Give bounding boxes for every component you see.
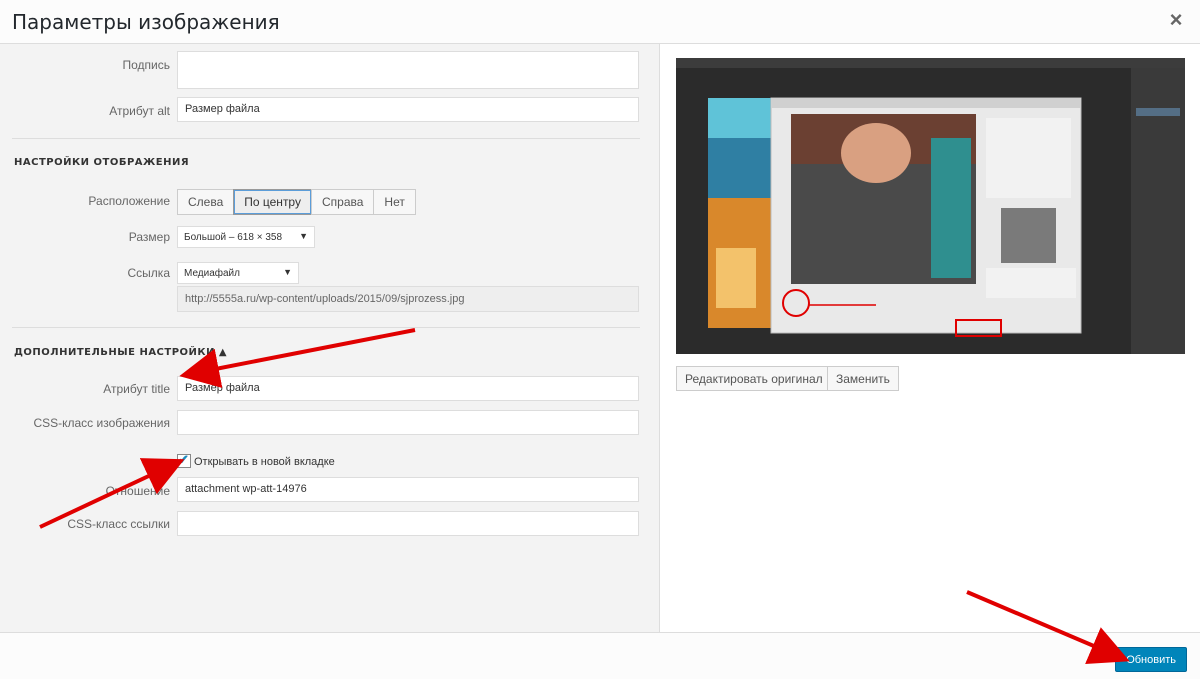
new-tab-label: Открывать в новой вкладке xyxy=(194,456,335,468)
link-select[interactable]: Медиафайл ▼ xyxy=(177,262,299,284)
title-attr-field[interactable]: Размер файла xyxy=(177,376,639,401)
alt-label: Атрибут alt xyxy=(109,104,170,118)
css-link-field[interactable] xyxy=(177,511,639,536)
new-tab-checkbox[interactable]: ✔ xyxy=(177,452,191,468)
preview-panel: Редактировать оригинал Заменить xyxy=(661,44,1200,632)
css-image-field[interactable] xyxy=(177,410,639,435)
align-center-button[interactable]: По центру xyxy=(233,189,312,215)
caption-label: Подпись xyxy=(122,58,171,72)
chevron-down-icon: ▼ xyxy=(283,267,292,277)
checkmark-icon: ✔ xyxy=(178,452,189,467)
link-url-field[interactable]: http://5555a.ru/wp-content/uploads/2015/… xyxy=(177,286,639,312)
title-attr-label: Атрибут title xyxy=(103,382,170,396)
divider xyxy=(12,327,640,328)
align-right-button[interactable]: Справа xyxy=(310,189,375,215)
alt-field[interactable]: Размер файла xyxy=(177,97,639,122)
link-label: Ссылка xyxy=(127,266,170,280)
close-icon[interactable]: × xyxy=(1164,8,1188,32)
modal-header: Параметры изображения × xyxy=(0,0,1200,44)
edit-original-button[interactable]: Редактировать оригинал xyxy=(676,366,832,391)
align-button-group: Слева По центру Справа Нет xyxy=(177,189,416,215)
align-none-button[interactable]: Нет xyxy=(373,189,416,215)
preview-image xyxy=(676,58,1185,354)
divider xyxy=(12,138,640,139)
size-value: Большой – 618 × 358 xyxy=(184,232,283,243)
align-left-button[interactable]: Слева xyxy=(177,189,235,215)
chevron-down-icon: ▼ xyxy=(299,231,308,241)
replace-button[interactable]: Заменить xyxy=(827,366,899,391)
rel-label: Отношение xyxy=(105,484,170,498)
display-section-heading: НАСТРОЙКИ ОТОБРАЖЕНИЯ xyxy=(14,157,190,168)
modal-footer: Обновить xyxy=(0,632,1200,679)
css-image-label: CSS-класс изображения xyxy=(33,416,170,430)
size-select[interactable]: Большой – 618 × 358 ▼ xyxy=(177,226,315,248)
image-preview xyxy=(676,58,1185,354)
align-label: Расположение xyxy=(88,194,170,208)
caption-field[interactable] xyxy=(177,51,639,89)
link-value: Медиафайл xyxy=(184,268,240,279)
update-button[interactable]: Обновить xyxy=(1115,647,1187,672)
size-label: Размер xyxy=(128,230,170,244)
advanced-section-toggle[interactable]: ДОПОЛНИТЕЛЬНЫЕ НАСТРОЙКИ ▲ xyxy=(14,347,227,358)
css-link-label: CSS-класс ссылки xyxy=(67,517,170,531)
rel-field[interactable]: attachment wp-att-14976 xyxy=(177,477,639,502)
settings-panel: Подпись Атрибут alt Размер файла НАСТРОЙ… xyxy=(0,44,660,632)
modal-title: Параметры изображения xyxy=(12,10,280,34)
